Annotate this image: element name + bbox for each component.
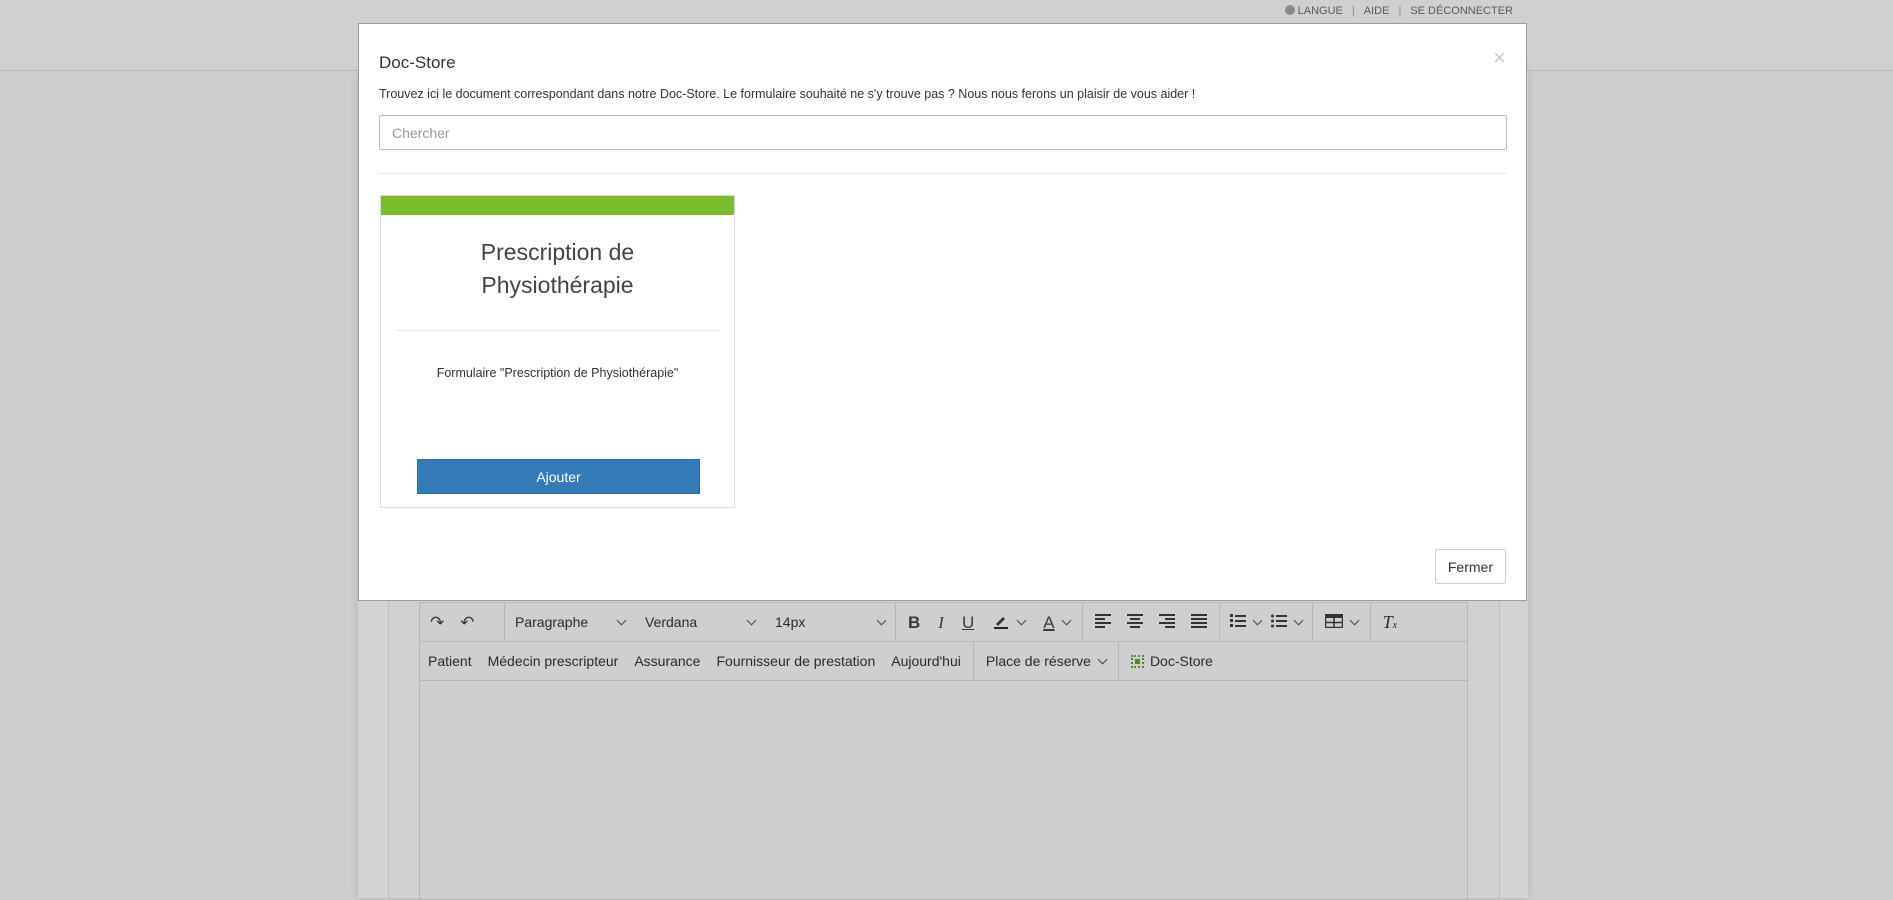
insert-today-button[interactable]: Aujourd'hui: [883, 653, 969, 669]
underline-icon[interactable]: U: [962, 614, 974, 631]
card-title: Prescription de Physiothérapie: [381, 236, 734, 302]
chevron-down-icon: [1061, 615, 1072, 625]
list-group: [1220, 603, 1313, 641]
docstore-modal: Doc-Store × Trouvez ici le document corr…: [358, 23, 1527, 601]
separator: |: [1351, 5, 1355, 17]
card-divider: [396, 330, 719, 331]
separator: |: [1398, 5, 1402, 17]
format-selects: Paragraphe Verdana 14px: [505, 603, 896, 641]
modal-divider: [379, 173, 1507, 174]
text-color-icon: A: [1043, 612, 1055, 632]
align-center-icon[interactable]: [1126, 613, 1143, 631]
chevron-down-icon: [876, 615, 887, 625]
italic-icon[interactable]: I: [938, 614, 944, 631]
add-button[interactable]: Ajouter: [417, 459, 700, 494]
modal-description: Trouvez ici le document correspondant da…: [379, 87, 1196, 101]
toolbar-divider: [1117, 642, 1119, 680]
history-group: ↷ ↶: [420, 603, 505, 641]
card-title-line1: Prescription de: [480, 239, 635, 265]
editor-toolbar-secondary: Patient Médecin prescripteur Assurance F…: [420, 642, 1467, 681]
search-input[interactable]: [379, 115, 1507, 150]
chevron-down-icon: [1349, 615, 1360, 625]
insert-provider-button[interactable]: Fournisseur de prestation: [708, 653, 883, 669]
table-button[interactable]: [1324, 613, 1360, 631]
align-right-icon[interactable]: [1158, 613, 1175, 631]
redo-icon[interactable]: ↷: [430, 614, 444, 631]
insert-insurance-button[interactable]: Assurance: [626, 653, 708, 669]
table-group: [1313, 603, 1371, 641]
card-accent-bar: [381, 196, 734, 215]
insert-patient-button[interactable]: Patient: [420, 653, 480, 669]
undo-icon[interactable]: ↶: [460, 614, 474, 631]
align-justify-icon[interactable]: [1190, 613, 1207, 631]
toolbar-divider: [972, 642, 974, 680]
numbered-list-icon: [1229, 613, 1246, 631]
highlighter-icon: [992, 612, 1010, 633]
numbered-list-button[interactable]: [1229, 613, 1263, 631]
chevron-down-icon: [616, 615, 627, 625]
chevron-down-icon: [1252, 615, 1263, 625]
text-style-group: B I U A: [896, 603, 1083, 641]
document-card: Prescription de Physiothérapie Formulair…: [380, 195, 735, 508]
text-color-button[interactable]: A: [1043, 612, 1072, 632]
editor-toolbar-primary: ↷ ↶ Paragraphe Verdana 14px B I U A Tx: [420, 603, 1467, 642]
card-title-line2: Physiothérapie: [481, 272, 634, 298]
highlight-color-button[interactable]: [992, 612, 1027, 633]
language-label: LANGUE: [1297, 5, 1343, 17]
clear-formatting-icon[interactable]: Tx: [1383, 612, 1397, 633]
insert-prescriber-button[interactable]: Médecin prescripteur: [480, 653, 627, 669]
card-description: Formulaire "Prescription de Physiothérap…: [436, 366, 679, 380]
chevron-down-icon: [1293, 615, 1304, 625]
rich-text-editor: ↷ ↶ Paragraphe Verdana 14px B I U A Tx P…: [419, 602, 1468, 900]
modal-title: Doc-Store: [379, 53, 456, 72]
language-link[interactable]: LANGUE: [1284, 5, 1343, 17]
bullet-list-button[interactable]: [1270, 614, 1304, 631]
docstore-button[interactable]: Doc-Store: [1123, 653, 1221, 669]
font-family-value: Verdana: [645, 614, 698, 630]
placeholder-menu[interactable]: Place de réserve: [978, 653, 1114, 669]
top-links: LANGUE | AIDE | SE DÉCONNECTER: [1284, 5, 1513, 17]
chevron-down-icon: [1016, 615, 1027, 625]
bold-icon[interactable]: B: [908, 614, 920, 631]
block-format-select[interactable]: Paragraphe: [505, 603, 635, 641]
clear-format-group: Tx: [1371, 603, 1409, 641]
placeholder-menu-label: Place de réserve: [985, 653, 1091, 669]
table-icon: [1324, 613, 1343, 631]
bullet-list-icon: [1270, 614, 1287, 631]
font-size-value: 14px: [775, 614, 806, 630]
alignment-group: [1083, 603, 1220, 641]
globe-icon: [1284, 5, 1295, 15]
font-size-select[interactable]: 14px: [765, 603, 895, 641]
help-link[interactable]: AIDE: [1364, 5, 1390, 17]
docstore-label: Doc-Store: [1149, 653, 1213, 669]
font-family-select[interactable]: Verdana: [635, 603, 765, 641]
docstore-icon: [1130, 655, 1144, 668]
close-icon[interactable]: ×: [1493, 47, 1506, 69]
chevron-down-icon: [746, 615, 757, 625]
close-button[interactable]: Fermer: [1434, 549, 1506, 584]
logout-link[interactable]: SE DÉCONNECTER: [1410, 5, 1513, 17]
align-left-icon[interactable]: [1094, 613, 1111, 631]
chevron-down-icon: [1097, 654, 1108, 664]
block-format-value: Paragraphe: [515, 614, 589, 630]
